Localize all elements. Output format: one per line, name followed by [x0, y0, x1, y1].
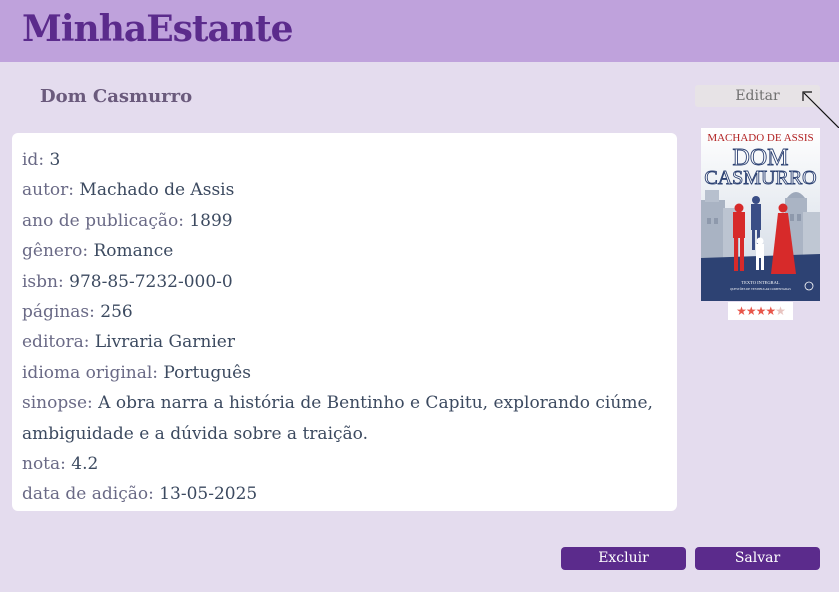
detail-row: nota: 4.2	[22, 449, 667, 479]
detail-key: gênero:	[22, 241, 94, 262]
detail-row: gênero: Romance	[22, 236, 667, 266]
cover-author: MACHADO DE ASSIS	[707, 132, 813, 144]
detail-row: ano de publicação: 1899	[22, 206, 667, 236]
detail-value: 1899	[189, 210, 233, 231]
app-header: MinhaEstante	[0, 0, 839, 62]
detail-row: editora: Livraria Garnier	[22, 327, 667, 357]
detail-value: 4.2	[71, 454, 99, 475]
detail-row: ambiguidade e a dúvida sobre a traição.	[22, 419, 667, 449]
detail-value: 3	[49, 150, 61, 170]
detail-row: páginas: 256	[22, 297, 667, 327]
detail-value: 978-85-7232-000-0	[69, 271, 233, 292]
detail-row: isbn: 978-85-7232-000-0	[22, 267, 667, 297]
detail-key: autor:	[22, 180, 80, 201]
detail-row: sinopse: A obra narra a história de Bent…	[22, 388, 667, 418]
detail-row: data de adição: 13-05-2025	[22, 479, 667, 509]
detail-value: Machado de Assis	[79, 180, 235, 201]
detail-key: isbn:	[22, 271, 70, 292]
detail-value: A obra narra a história de Bentinho e Ca…	[98, 393, 653, 414]
detail-key: páginas:	[22, 302, 101, 323]
detail-value: Romance	[93, 241, 174, 262]
mouse-cursor-icon	[802, 91, 839, 128]
star-icon: ★	[755, 304, 767, 318]
detail-key: nota:	[22, 454, 72, 475]
detail-key: editora:	[22, 332, 95, 353]
detail-key: data de adição:	[22, 484, 160, 505]
book-cover-image: MACHADO DE ASSIS DOM CASMURRO TEXTO INTE…	[701, 128, 820, 301]
save-button[interactable]: Salvar	[695, 547, 820, 570]
rating-stars: ★★★★★	[728, 302, 793, 320]
detail-value: 13-05-2025	[159, 484, 258, 505]
star-icon: ★	[736, 304, 747, 318]
cover-subtitle: TEXTO INTEGRAL	[741, 280, 780, 285]
detail-value: ambiguidade e a dúvida sobre a traição.	[22, 423, 369, 444]
detail-key: ano de publicação:	[22, 210, 190, 231]
cover-subtitle-2: QUESTÕES DE VESTIBULAR COMENTADAS	[730, 286, 791, 291]
star-icon: ★	[765, 304, 776, 318]
page-title: Dom Casmurro	[40, 86, 193, 107]
detail-key: sinopse:	[22, 393, 99, 414]
detail-key: idioma original:	[22, 362, 164, 383]
detail-value: Livraria Garnier	[94, 332, 235, 353]
star-icon: ★	[745, 304, 757, 318]
detail-row: id: 3	[22, 145, 667, 175]
detail-row: autor: Machado de Assis	[22, 175, 667, 205]
detail-key: id:	[22, 150, 50, 170]
app-title: MinhaEstante	[22, 8, 294, 50]
detail-value: Português	[163, 362, 251, 383]
detail-value: 256	[100, 302, 133, 323]
cover-title-line2: CASMURRO	[704, 167, 816, 189]
delete-button[interactable]: Excluir	[561, 547, 686, 570]
book-details-card: id: 3 autor: Machado de Assis ano de publi…	[12, 133, 677, 511]
star-icon: ★	[775, 304, 786, 318]
detail-row: idioma original: Português	[22, 358, 667, 388]
